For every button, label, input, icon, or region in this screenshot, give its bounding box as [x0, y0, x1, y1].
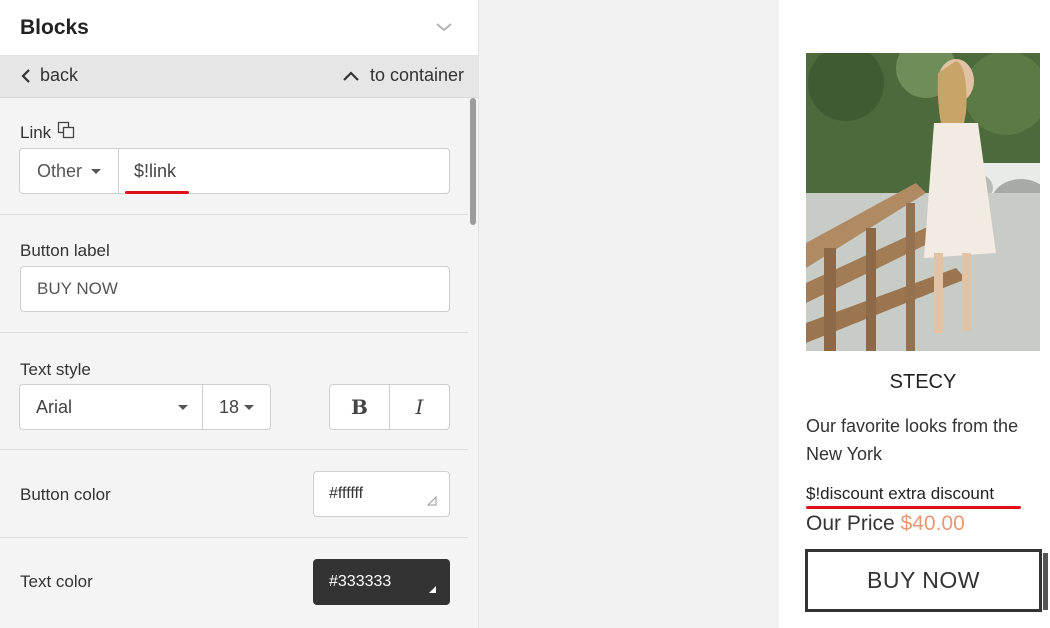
red-underline-annotation [125, 191, 189, 194]
caret-down-icon [91, 168, 102, 174]
text-color-picker[interactable]: #333333 [313, 559, 450, 605]
price-row: Our Price $40.00 [806, 512, 965, 536]
to-container-label: to container [369, 65, 464, 85]
button-color-title: Button color [20, 485, 111, 504]
button-shadow [1043, 553, 1048, 610]
chevron-down-icon[interactable] [434, 17, 454, 37]
button-label-title: Button label [20, 241, 110, 260]
text-style-section: Text style Arial 18 B I [0, 333, 469, 450]
font-family-value: Arial [36, 396, 73, 417]
panel-scrollbar[interactable] [468, 98, 478, 628]
copy-icon[interactable] [57, 121, 75, 139]
caret-down-icon [244, 404, 255, 410]
bold-button[interactable]: B [330, 385, 389, 429]
font-family-select[interactable]: Arial [20, 385, 203, 429]
red-underline-annotation [806, 506, 1021, 509]
settings-panel: Blocks back to container Link Other $!li… [0, 0, 479, 628]
bold-italic-group: B I [329, 384, 450, 430]
buy-now-button[interactable]: BUY NOW [805, 549, 1042, 612]
product-preview: STECY Our favorite looks from the New Yo… [779, 0, 1050, 628]
link-url-input[interactable]: $!link [119, 149, 449, 194]
discount-text: $!discount extra discount [806, 484, 995, 503]
link-section: Link Other $!link [0, 98, 469, 215]
settings-content: Link Other $!link Button label BUY NOW T… [0, 98, 469, 628]
link-type-value: Other [36, 160, 83, 181]
scroll-thumb[interactable] [470, 98, 476, 225]
text-color-section: Text color #333333 [0, 538, 469, 625]
link-url-value: $!link [134, 160, 177, 181]
font-size-value: 18 [218, 396, 240, 417]
product-description: Our favorite looks from the New York [806, 416, 1019, 464]
panel-header: Blocks [0, 0, 478, 56]
text-color-title: Text color [20, 572, 93, 591]
panel-title: Blocks [20, 16, 89, 39]
text-color-value: #333333 [329, 573, 392, 590]
chevron-left-icon [21, 68, 30, 83]
resize-corner-icon [427, 496, 437, 506]
button-label-input[interactable]: BUY NOW [20, 266, 450, 312]
italic-button[interactable]: I [389, 385, 449, 429]
caret-down-icon [178, 404, 188, 410]
editor-canvas-background [479, 0, 779, 628]
product-name: STECY [889, 371, 957, 393]
button-label-section: Button label BUY NOW [0, 215, 469, 333]
button-color-picker[interactable]: #ffffff [313, 471, 450, 517]
back-label: back [40, 65, 79, 85]
to-container-button[interactable]: to container [342, 65, 464, 86]
link-type-select[interactable]: Other [20, 149, 119, 193]
price-label: Our Price [806, 512, 895, 535]
link-label: Link [20, 123, 52, 142]
price-value: $40.00 [900, 512, 965, 535]
font-size-select[interactable]: 18 [203, 385, 270, 429]
link-label-row: Link [20, 121, 75, 143]
text-style-title: Text style [20, 360, 91, 379]
product-image[interactable] [806, 53, 1040, 351]
link-input-group: Other $!link [19, 148, 450, 194]
font-select-group: Arial 18 [19, 384, 271, 430]
back-button[interactable]: back [20, 65, 78, 86]
button-color-section: Button color #ffffff [0, 450, 469, 538]
block-nav-bar: back to container [0, 56, 478, 98]
chevron-up-icon [343, 70, 359, 81]
button-color-value: #ffffff [329, 485, 364, 502]
resize-corner-icon [429, 586, 436, 593]
button-label-value: BUY NOW [37, 279, 118, 298]
